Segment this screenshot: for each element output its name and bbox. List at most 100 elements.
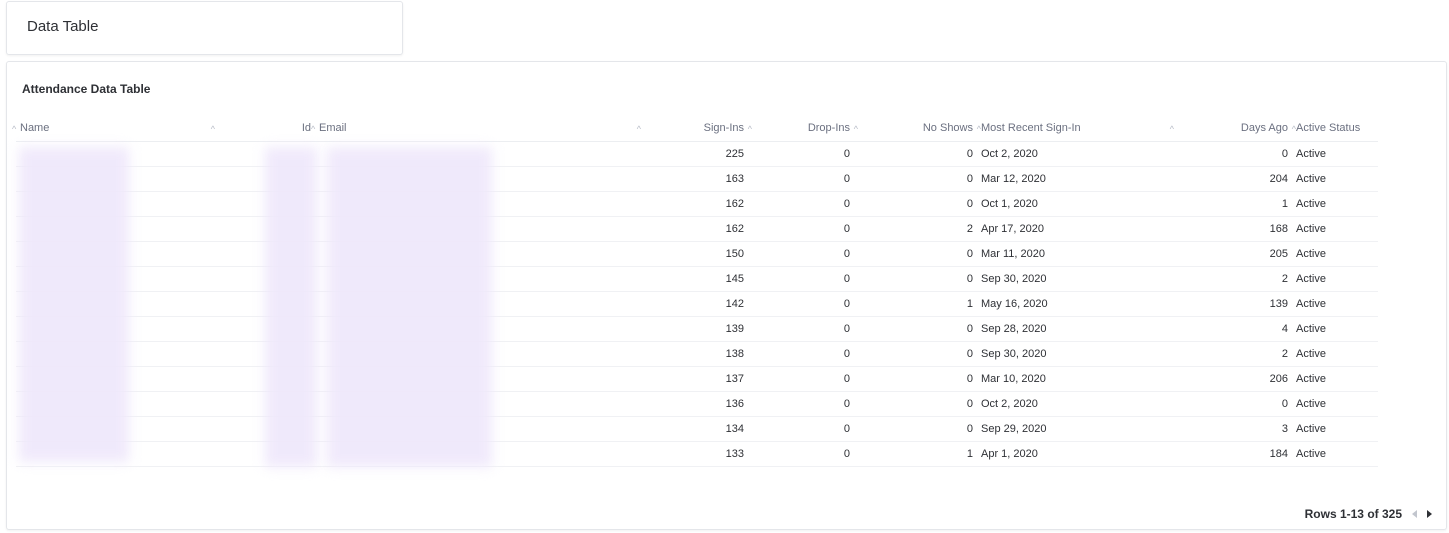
- cell-days-ago: 4: [1182, 316, 1292, 342]
- cell-most-recent-sign-in: May 16, 2020: [977, 291, 1182, 317]
- cell-most-recent-sign-in: Oct 1, 2020: [977, 191, 1182, 217]
- cell-most-recent-sign-in: Oct 2, 2020: [977, 141, 1182, 167]
- cell-sign-ins: 162: [645, 216, 748, 242]
- cell-active-status: Active: [1292, 291, 1378, 317]
- table-row[interactable]: 138 0 0 Sep 30, 2020 2 Active: [16, 341, 1378, 367]
- cell-drop-ins: 0: [748, 341, 854, 367]
- cell-days-ago: 205: [1182, 241, 1292, 267]
- cell-active-status: Active: [1292, 391, 1378, 417]
- cell-no-shows: 0: [854, 341, 977, 367]
- chevron-right-icon[interactable]: [1427, 510, 1432, 518]
- cell-sign-ins: 137: [645, 366, 748, 392]
- cell-sign-ins: 136: [645, 391, 748, 417]
- cell-most-recent-sign-in: Oct 2, 2020: [977, 391, 1182, 417]
- cell-sign-ins: 133: [645, 441, 748, 467]
- column-header-no-shows[interactable]: No Shows ^: [854, 116, 981, 142]
- cell-days-ago: 139: [1182, 291, 1292, 317]
- sort-arrow-icon[interactable]: ^: [311, 124, 315, 134]
- cell-no-shows: 1: [854, 291, 977, 317]
- title-card: Data Table: [6, 1, 403, 55]
- table-row[interactable]: 150 0 0 Mar 11, 2020 205 Active: [16, 241, 1378, 267]
- cell-days-ago: 2: [1182, 341, 1292, 367]
- column-header-drop-ins[interactable]: Drop-Ins ^: [748, 116, 858, 142]
- cell-days-ago: 3: [1182, 416, 1292, 442]
- pagination: Rows 1-13 of 325: [1305, 507, 1432, 521]
- cell-most-recent-sign-in: Apr 17, 2020: [977, 216, 1182, 242]
- column-header-active-status[interactable]: Active Status: [1292, 116, 1378, 142]
- cell-no-shows: 0: [854, 416, 977, 442]
- cell-drop-ins: 0: [748, 141, 854, 167]
- cell-drop-ins: 0: [748, 291, 854, 317]
- cell-no-shows: 1: [854, 441, 977, 467]
- cell-sign-ins: 134: [645, 416, 748, 442]
- table-row[interactable]: 145 0 0 Sep 30, 2020 2 Active: [16, 266, 1378, 292]
- cell-no-shows: 0: [854, 391, 977, 417]
- cell-no-shows: 0: [854, 316, 977, 342]
- cell-drop-ins: 0: [748, 316, 854, 342]
- column-header-name[interactable]: ^ Name ^: [12, 116, 215, 142]
- cell-no-shows: 0: [854, 241, 977, 267]
- column-header-id[interactable]: Id: [211, 116, 315, 142]
- column-header-sign-ins[interactable]: Sign-Ins ^: [645, 116, 752, 142]
- cell-drop-ins: 0: [748, 416, 854, 442]
- table-header-row: ^ Name ^ Id ^ Email ^ Sign-Ins ^ Drop-In…: [12, 116, 1378, 142]
- chevron-left-icon[interactable]: [1412, 510, 1417, 518]
- cell-active-status: Active: [1292, 166, 1378, 192]
- redacted-email-column: [327, 147, 492, 467]
- cell-drop-ins: 0: [748, 391, 854, 417]
- cell-active-status: Active: [1292, 216, 1378, 242]
- table-row[interactable]: 136 0 0 Oct 2, 2020 0 Active: [16, 391, 1378, 417]
- cell-days-ago: 184: [1182, 441, 1292, 467]
- table-row[interactable]: 133 0 1 Apr 1, 2020 184 Active: [16, 441, 1378, 467]
- table-row[interactable]: 225 0 0 Oct 2, 2020 0 Active: [16, 141, 1378, 167]
- redacted-name-column: [19, 147, 129, 462]
- cell-active-status: Active: [1292, 341, 1378, 367]
- sort-arrow-icon[interactable]: ^: [12, 124, 16, 134]
- cell-no-shows: 2: [854, 216, 977, 242]
- cell-sign-ins: 162: [645, 191, 748, 217]
- cell-no-shows: 0: [854, 166, 977, 192]
- cell-days-ago: 1: [1182, 191, 1292, 217]
- column-header-days-ago[interactable]: Days Ago ^: [1182, 116, 1296, 142]
- cell-days-ago: 2: [1182, 266, 1292, 292]
- table-row[interactable]: 137 0 0 Mar 10, 2020 206 Active: [16, 366, 1378, 392]
- table-title: Attendance Data Table: [22, 82, 151, 96]
- table-row[interactable]: 142 0 1 May 16, 2020 139 Active: [16, 291, 1378, 317]
- table-row[interactable]: 163 0 0 Mar 12, 2020 204 Active: [16, 166, 1378, 192]
- sort-arrow-icon[interactable]: ^: [1170, 124, 1174, 134]
- cell-drop-ins: 0: [748, 366, 854, 392]
- cell-days-ago: 168: [1182, 216, 1292, 242]
- cell-drop-ins: 0: [748, 166, 854, 192]
- table-body: 225 0 0 Oct 2, 2020 0 Active 163 0 0 Mar 12, 2020…: [16, 141, 1378, 467]
- cell-active-status: Active: [1292, 416, 1378, 442]
- cell-no-shows: 0: [854, 366, 977, 392]
- cell-most-recent-sign-in: Sep 30, 2020: [977, 266, 1182, 292]
- cell-most-recent-sign-in: Sep 29, 2020: [977, 416, 1182, 442]
- cell-active-status: Active: [1292, 191, 1378, 217]
- cell-active-status: Active: [1292, 141, 1378, 167]
- table-row[interactable]: 162 0 0 Oct 1, 2020 1 Active: [16, 191, 1378, 217]
- cell-most-recent-sign-in: Sep 30, 2020: [977, 341, 1182, 367]
- cell-sign-ins: 163: [645, 166, 748, 192]
- cell-sign-ins: 145: [645, 266, 748, 292]
- cell-no-shows: 0: [854, 141, 977, 167]
- column-header-most-recent-sign-in[interactable]: Most Recent Sign-In ^: [977, 116, 1182, 142]
- cell-active-status: Active: [1292, 241, 1378, 267]
- cell-drop-ins: 0: [748, 241, 854, 267]
- cell-sign-ins: 150: [645, 241, 748, 267]
- sort-arrow-icon[interactable]: ^: [637, 124, 641, 134]
- column-header-email[interactable]: ^ Email ^: [311, 116, 645, 142]
- pagination-label: Rows 1-13 of 325: [1304, 507, 1402, 521]
- cell-days-ago: 0: [1182, 391, 1292, 417]
- table-row[interactable]: 139 0 0 Sep 28, 2020 4 Active: [16, 316, 1378, 342]
- table-row[interactable]: 134 0 0 Sep 29, 2020 3 Active: [16, 416, 1378, 442]
- cell-drop-ins: 0: [748, 266, 854, 292]
- page-title: Data Table: [27, 18, 99, 35]
- cell-sign-ins: 225: [645, 141, 748, 167]
- cell-most-recent-sign-in: Mar 10, 2020: [977, 366, 1182, 392]
- table-row[interactable]: 162 0 2 Apr 17, 2020 168 Active: [16, 216, 1378, 242]
- attendance-table: ^ Name ^ Id ^ Email ^ Sign-Ins ^ Drop-In…: [12, 116, 1378, 467]
- cell-days-ago: 204: [1182, 166, 1292, 192]
- cell-no-shows: 0: [854, 266, 977, 292]
- cell-sign-ins: 139: [645, 316, 748, 342]
